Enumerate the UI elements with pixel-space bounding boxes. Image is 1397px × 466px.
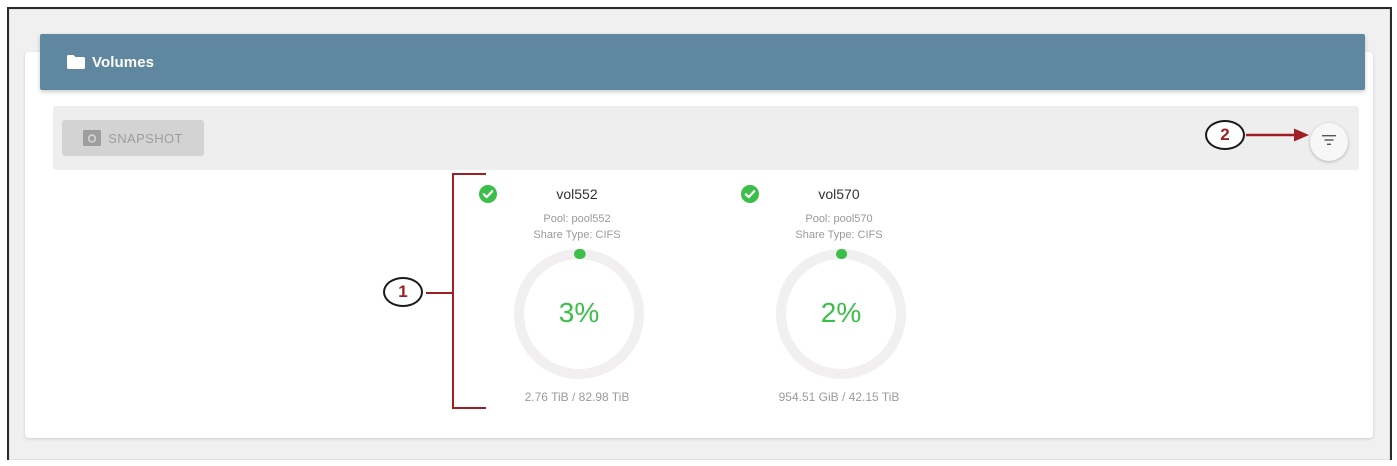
annotation-marker-1: 1: [383, 277, 423, 307]
annotation-marker-2: 2: [1205, 120, 1245, 150]
annotation-bracket: [426, 128, 1309, 409]
